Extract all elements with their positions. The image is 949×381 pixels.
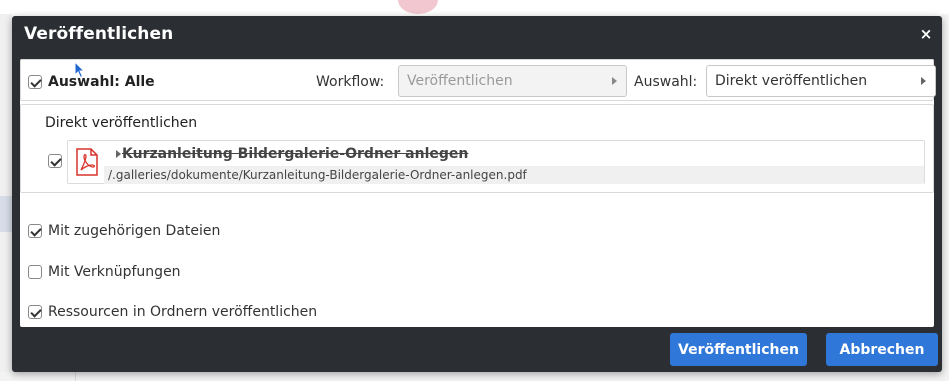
selection-mode-select[interactable]: Direkt veröffentlichen: [706, 65, 936, 97]
resource-item[interactable]: Kurzanleitung Bildergalerie-Ordner anleg…: [67, 140, 925, 184]
option-links[interactable]: Mit Verknüpfungen: [28, 264, 181, 280]
links-checkbox[interactable]: [28, 265, 42, 279]
related-files-checkbox[interactable]: [28, 224, 42, 238]
select-all-checkbox[interactable]: [28, 75, 42, 89]
background-right-panel: [941, 14, 949, 381]
dialog-title: Veröffentlichen: [24, 24, 174, 44]
option-related-files[interactable]: Mit zugehörigen Dateien: [28, 223, 220, 239]
select-all-label: Auswahl: Alle: [48, 74, 155, 90]
item-title: Kurzanleitung Bildergalerie-Ordner anleg…: [122, 146, 469, 162]
mouse-cursor-icon: [74, 61, 86, 79]
chevron-right-icon: [921, 77, 926, 85]
expand-triangle-icon[interactable]: [116, 150, 121, 158]
workflow-label: Workflow:: [316, 74, 385, 90]
background-left-marker: [0, 196, 12, 232]
close-button[interactable]: ×: [918, 25, 934, 43]
pdf-icon: [76, 148, 98, 176]
related-files-label: Mit zugehörigen Dateien: [48, 223, 221, 239]
chevron-right-icon: [612, 77, 617, 85]
selection-mode-label: Auswahl:: [634, 74, 698, 90]
workflow-select-value: Veröffentlichen: [407, 73, 513, 89]
background-page-bottom: [0, 372, 949, 381]
publish-dialog: Veröffentlichen × Auswahl: Alle Workflow…: [12, 16, 942, 372]
folder-resources-checkbox[interactable]: [28, 305, 42, 319]
publish-group: Direkt veröffentlichen Kurzanleitung Bil…: [20, 104, 934, 193]
selection-toolbar: Auswahl: Alle Workflow: Veröffentlichen …: [20, 59, 936, 101]
dialog-body: Auswahl: Alle Workflow: Veröffentlichen …: [20, 59, 936, 327]
group-title: Direkt veröffentlichen: [45, 115, 198, 131]
publish-button[interactable]: Veröffentlichen: [670, 333, 807, 366]
background-page-top: [0, 0, 949, 14]
option-folder-resources[interactable]: Ressourcen in Ordnern veröffentlichen: [28, 304, 317, 320]
selection-mode-value: Direkt veröffentlichen: [715, 73, 868, 89]
links-label: Mit Verknüpfungen: [48, 264, 181, 280]
background-divider: [75, 372, 76, 381]
cancel-button[interactable]: Abbrechen: [826, 333, 938, 366]
select-all-toggle[interactable]: Auswahl: Alle: [28, 74, 155, 90]
folder-resources-label: Ressourcen in Ordnern veröffentlichen: [48, 304, 318, 320]
item-path: /.galleries/dokumente/Kurzanleitung-Bild…: [108, 168, 527, 182]
item-checkbox[interactable]: [48, 154, 62, 168]
workflow-select[interactable]: Veröffentlichen: [398, 65, 627, 97]
